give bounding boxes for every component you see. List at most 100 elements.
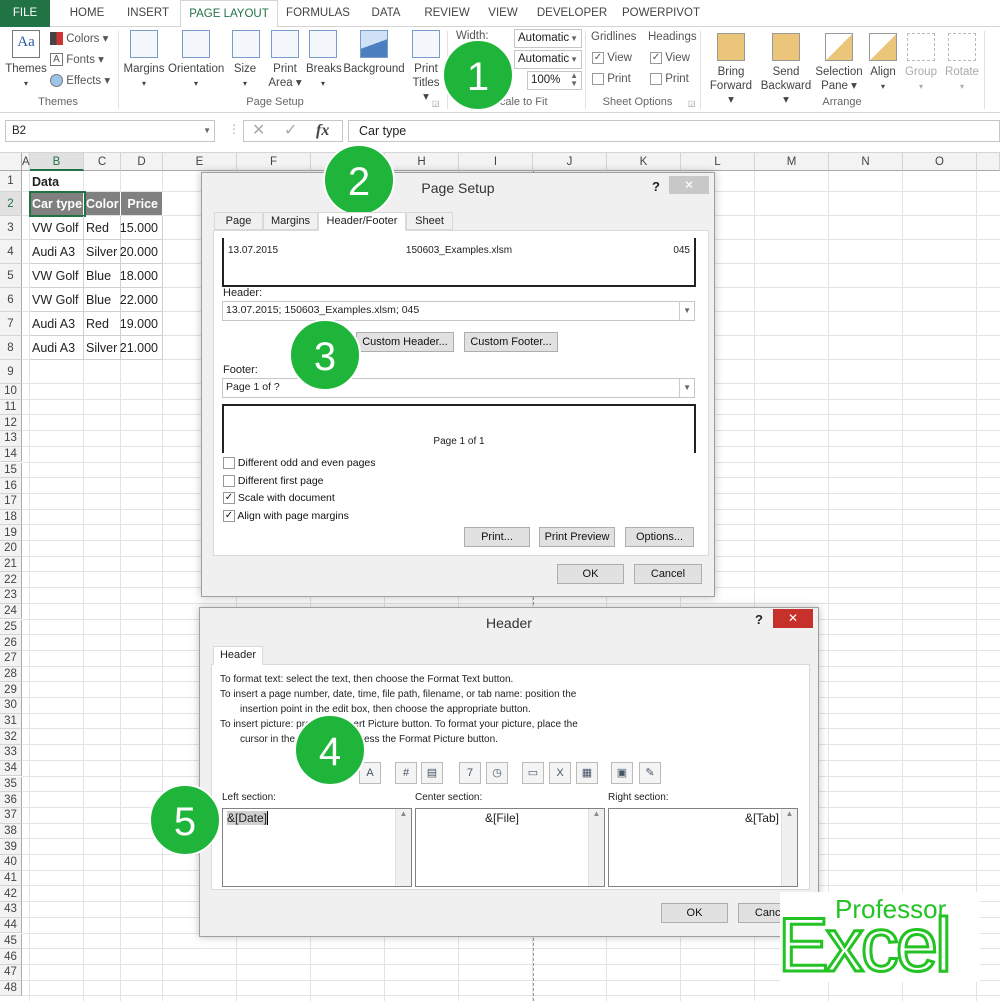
custom-footer-button[interactable]: Custom Footer... xyxy=(464,332,558,352)
cell-b1[interactable]: Data xyxy=(30,171,84,192)
background-button[interactable]: Background xyxy=(342,30,406,76)
row-header[interactable]: 36 xyxy=(0,792,22,808)
close-button[interactable]: ✕ xyxy=(669,176,709,194)
row-header[interactable]: 3 xyxy=(0,216,22,240)
row-header[interactable]: 31 xyxy=(0,713,22,730)
center-section-input[interactable]: &[File] ▲ xyxy=(415,808,605,887)
row-header[interactable]: 21 xyxy=(0,556,22,573)
row-header[interactable]: 43 xyxy=(0,902,22,918)
row-header[interactable]: 23 xyxy=(0,588,22,604)
row-header[interactable]: 32 xyxy=(0,729,22,746)
cancel-button[interactable]: Cancel xyxy=(634,564,702,584)
checkbox-scale-with-document[interactable]: ✓ Scale with document xyxy=(223,492,335,505)
row-header[interactable]: 18 xyxy=(0,509,22,526)
tab-review[interactable]: REVIEW xyxy=(416,0,478,27)
tab-file[interactable]: FILE xyxy=(0,0,50,27)
right-section-input[interactable]: &[Tab] ▲ xyxy=(608,808,798,887)
tab-header-footer[interactable]: Header/Footer xyxy=(318,212,406,231)
column-header-j[interactable]: J xyxy=(533,153,607,171)
data-cell[interactable]: 18.000 xyxy=(120,264,163,288)
row-header[interactable]: 4 xyxy=(0,240,22,264)
row-header[interactable]: 26 xyxy=(0,635,22,651)
data-cell[interactable]: 20.000 xyxy=(120,240,163,264)
row-header[interactable]: 48 xyxy=(0,980,22,997)
data-cell[interactable]: 21.000 xyxy=(120,336,163,360)
name-box[interactable]: B2 ▼ xyxy=(5,120,215,142)
number-of-pages-icon[interactable]: ▤ xyxy=(421,762,443,784)
column-header-b[interactable]: B xyxy=(30,153,84,171)
row-header[interactable]: 5 xyxy=(0,264,22,288)
print-titles-button[interactable]: Print Titles ▾ xyxy=(408,30,444,104)
data-cell[interactable]: VW Golf xyxy=(30,264,84,288)
data-cell[interactable]: Silver xyxy=(84,336,121,360)
data-cell[interactable]: Audi A3 xyxy=(30,240,84,264)
themes-button[interactable]: Aa Themes ▾ xyxy=(5,30,47,91)
tab-data[interactable]: DATA xyxy=(360,0,412,27)
file-path-icon[interactable]: ▭ xyxy=(522,762,544,784)
row-header[interactable]: 45 xyxy=(0,933,22,950)
tab-sheet[interactable]: Sheet xyxy=(406,212,453,230)
row-header[interactable]: 15 xyxy=(0,462,22,479)
tab-insert[interactable]: INSERT xyxy=(118,0,178,27)
tab-powerpivot[interactable]: POWERPIVOT xyxy=(616,0,706,27)
row-header[interactable]: 27 xyxy=(0,650,22,667)
row-header[interactable]: 41 xyxy=(0,870,22,887)
column-header-a[interactable]: A xyxy=(22,153,30,171)
tab-view[interactable]: VIEW xyxy=(482,0,524,27)
help-button[interactable]: ? xyxy=(652,179,660,194)
tab-margins[interactable]: Margins xyxy=(263,212,318,230)
data-cell[interactable]: Blue xyxy=(84,288,121,312)
sheet-options-launcher-icon[interactable]: ◲ xyxy=(688,99,696,108)
print-area-button[interactable]: Print Area ▾ xyxy=(268,30,302,90)
row-header[interactable]: 16 xyxy=(0,478,22,494)
insert-function-icon[interactable]: fx xyxy=(316,121,329,141)
formula-input[interactable]: Car type xyxy=(348,120,1000,142)
scale-spinner[interactable]: 100% ▲ ▼ xyxy=(527,71,582,90)
cancel-icon[interactable]: ✕ xyxy=(252,121,265,141)
gridlines-print-checkbox[interactable]: Print xyxy=(592,73,631,85)
width-dropdown[interactable]: Automatic ▼ xyxy=(514,29,582,48)
row-header[interactable]: 10 xyxy=(0,384,22,400)
row-header[interactable]: 20 xyxy=(0,541,22,557)
selection-pane-button[interactable]: Selection Pane ▾ xyxy=(815,33,863,93)
file-name-icon[interactable]: X xyxy=(549,762,571,784)
header-dropdown[interactable]: 13.07.2015; 150603_Examples.xlsm; 045 ▼ xyxy=(222,301,695,321)
column-header-k[interactable]: K xyxy=(607,153,681,171)
row-header[interactable]: 37 xyxy=(0,807,22,824)
row-header[interactable]: 46 xyxy=(0,949,22,965)
scrollbar[interactable]: ▲ xyxy=(395,809,411,886)
drag-handle[interactable]: ⋮ xyxy=(228,122,240,136)
options-button[interactable]: Options... xyxy=(625,527,694,547)
row-header[interactable]: 1 xyxy=(0,171,22,192)
row-header[interactable]: 47 xyxy=(0,964,22,981)
checkbox-different-odd-and-even-pages[interactable]: Different odd and even pages xyxy=(223,457,376,470)
row-header[interactable]: 13 xyxy=(0,431,22,447)
time-icon[interactable]: ◷ xyxy=(486,762,508,784)
footer-dropdown[interactable]: Page 1 of ? ▼ xyxy=(222,378,695,398)
page-setup-launcher-icon[interactable]: ◲ xyxy=(432,99,440,108)
breaks-button[interactable]: Breaks ▾ xyxy=(306,30,342,91)
tab-formulas[interactable]: FORMULAS xyxy=(280,0,356,27)
print-preview-button[interactable]: Print Preview xyxy=(539,527,615,547)
data-cell[interactable]: Blue xyxy=(84,264,121,288)
data-cell[interactable]: Red xyxy=(84,216,121,240)
row-header[interactable]: 11 xyxy=(0,399,22,416)
row-header[interactable]: 28 xyxy=(0,666,22,683)
headings-view-checkbox[interactable]: ✓ View xyxy=(650,52,690,64)
column-header-c[interactable]: C xyxy=(84,153,121,171)
data-cell[interactable]: 22.000 xyxy=(120,288,163,312)
column-header-e[interactable]: E xyxy=(163,153,237,171)
row-header[interactable]: 34 xyxy=(0,760,22,777)
checkbox-align-with-page-margins[interactable]: ✓ Align with page margins xyxy=(223,510,349,522)
row-header[interactable]: 12 xyxy=(0,415,22,432)
scrollbar[interactable]: ▲ xyxy=(588,809,604,886)
size-button[interactable]: Size ▾ xyxy=(232,30,260,91)
row-header[interactable]: 17 xyxy=(0,493,22,510)
row-header[interactable]: 6 xyxy=(0,288,22,312)
gridlines-view-checkbox[interactable]: ✓ View xyxy=(592,52,632,64)
row-header[interactable]: 2 xyxy=(0,192,22,216)
help-button[interactable]: ? xyxy=(755,612,763,627)
row-header[interactable]: 40 xyxy=(0,855,22,871)
align-button[interactable]: Align ▾ xyxy=(866,33,900,94)
header-cell[interactable]: Color xyxy=(84,192,121,216)
